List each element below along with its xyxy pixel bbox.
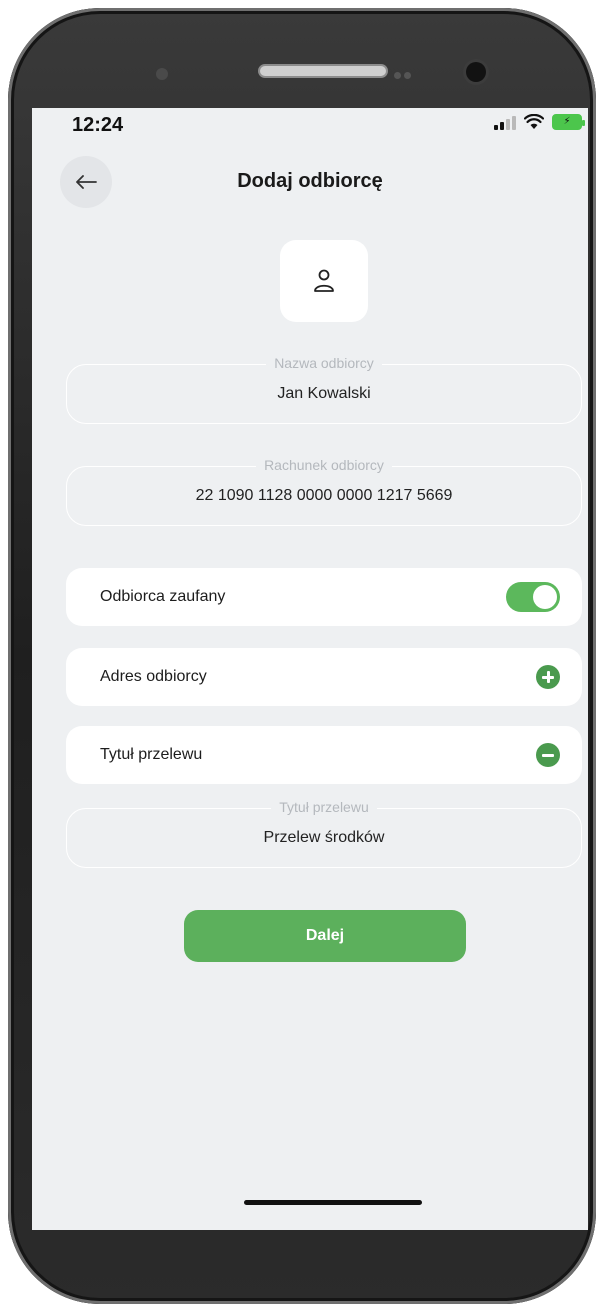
wifi-icon xyxy=(524,114,544,129)
plus-circle-icon[interactable] xyxy=(536,665,560,689)
recipient-address-label: Adres odbiorcy xyxy=(100,668,207,685)
recipient-name-value: Jan Kowalski xyxy=(277,385,371,402)
trusted-recipient-toggle[interactable] xyxy=(506,582,560,612)
earpiece-speaker xyxy=(258,64,388,78)
transfer-title-label: Tytuł przelewu xyxy=(100,746,203,763)
trusted-recipient-row: Odbiorca zaufany xyxy=(66,568,582,626)
home-indicator[interactable] xyxy=(244,1200,422,1205)
phone-frame: 12:24 ⚡ Dodaj odbiorcę Nazwa odbiorcy Ja… xyxy=(8,8,596,1304)
minus-circle-icon[interactable] xyxy=(536,743,560,767)
next-button[interactable]: Dalej xyxy=(184,910,466,962)
transfer-title-row[interactable]: Tytuł przelewu xyxy=(66,726,582,784)
proximity-sensor xyxy=(156,68,168,80)
transfer-title-value: Przelew środków xyxy=(263,829,385,846)
front-camera xyxy=(466,62,486,82)
transfer-title-field[interactable]: Tytuł przelewu Przelew środków xyxy=(66,799,582,868)
trusted-recipient-label: Odbiorca zaufany xyxy=(100,588,226,605)
recipient-name-field[interactable]: Nazwa odbiorcy Jan Kowalski xyxy=(66,355,582,424)
transfer-title-field-label: Tytuł przelewu xyxy=(271,799,377,815)
status-time: 12:24 xyxy=(72,114,124,136)
recipient-name-label: Nazwa odbiorcy xyxy=(266,355,382,371)
recipient-address-row[interactable]: Adres odbiorcy xyxy=(66,648,582,706)
app-screen: 12:24 ⚡ Dodaj odbiorcę Nazwa odbiorcy Ja… xyxy=(32,108,588,1230)
signal-icon xyxy=(494,114,516,130)
recipient-avatar xyxy=(280,240,368,322)
recipient-account-value: 22 1090 1128 0000 0000 1217 5669 xyxy=(195,487,453,504)
speaker-dots xyxy=(394,66,420,79)
recipient-account-label: Rachunek odbiorcy xyxy=(256,457,392,473)
person-icon xyxy=(314,269,334,292)
recipient-account-field[interactable]: Rachunek odbiorcy 22 1090 1128 0000 0000… xyxy=(66,457,582,526)
battery-icon: ⚡ xyxy=(552,114,585,130)
page-title: Dodaj odbiorcę xyxy=(237,170,383,192)
status-icons: ⚡ xyxy=(494,114,585,130)
